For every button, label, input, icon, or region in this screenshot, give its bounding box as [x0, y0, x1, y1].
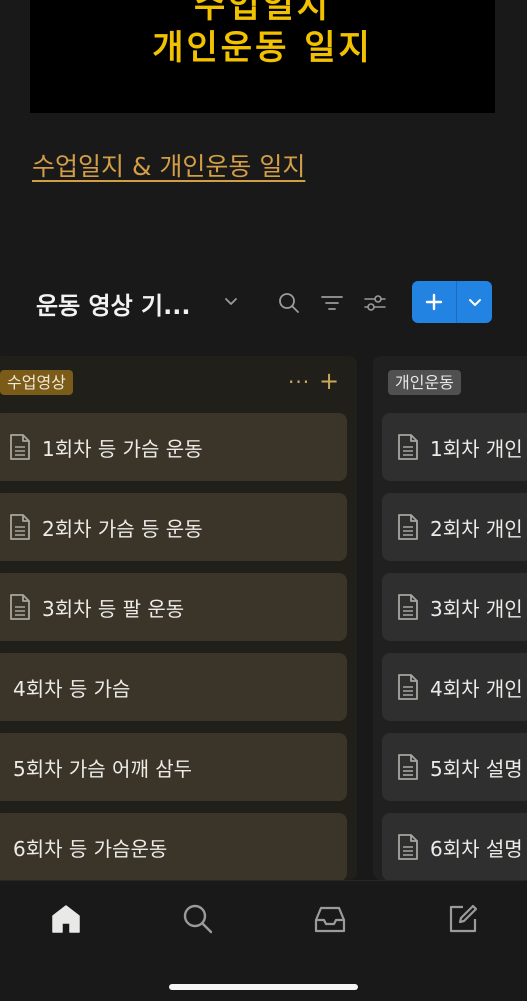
cover-image: 수업일지 개인운동 일지 [30, 0, 495, 113]
inbox-icon[interactable] [313, 903, 347, 935]
column-tag[interactable]: 수업영상 [0, 370, 73, 395]
card-title: 5회차 가슴 어깨 삼두 [13, 756, 192, 781]
cover-text-line2: 개인운동 일지 [152, 28, 373, 68]
filter-icon[interactable] [320, 292, 344, 314]
card-title: 6회차 설명 [430, 836, 523, 861]
board-card[interactable]: 2회차 가슴 등 운동 [0, 493, 347, 561]
card-title: 6회차 등 가슴운동 [13, 836, 168, 861]
document-icon [10, 514, 30, 540]
document-icon [10, 434, 30, 460]
document-icon [398, 754, 418, 780]
new-options-chevron-icon[interactable] [457, 281, 492, 323]
board-card[interactable]: 2회차 개인 [382, 493, 527, 561]
board-column-personal-workout: 개인운동 1회차 개인 2회차 개인 3회차 개인 4회차 개인 5회차 설명 6회차 설… [373, 356, 527, 880]
view-title[interactable]: 운동 영상 기... [36, 286, 190, 321]
card-title: 5회차 설명 [430, 756, 523, 781]
new-item-button[interactable] [412, 281, 492, 323]
card-title: 1회차 개인 [430, 436, 523, 461]
add-card-button[interactable]: + [319, 367, 339, 395]
compose-icon[interactable] [447, 903, 479, 935]
settings-sliders-icon[interactable] [363, 292, 387, 314]
card-title: 3회차 개인 [430, 596, 523, 621]
plus-icon[interactable] [412, 281, 457, 323]
chevron-down-icon[interactable] [222, 292, 240, 310]
bottom-navigation [0, 880, 527, 1001]
linked-page-link[interactable]: 수업일지 & 개인운동 일지 [32, 147, 305, 183]
card-title: 4회차 등 가슴 [13, 676, 131, 701]
document-icon [398, 594, 418, 620]
board-card[interactable]: 6회차 등 가슴운동 [0, 813, 347, 880]
column-tag[interactable]: 개인운동 [388, 370, 461, 395]
card-title: 3회차 등 팔 운동 [42, 596, 185, 621]
board-card[interactable]: 3회차 개인 [382, 573, 527, 641]
home-icon[interactable] [49, 903, 83, 935]
document-icon [398, 434, 418, 460]
board-card[interactable]: 3회차 등 팔 운동 [0, 573, 347, 641]
search-icon[interactable] [277, 291, 301, 315]
document-icon [398, 514, 418, 540]
card-title: 2회차 개인 [430, 516, 523, 541]
document-icon [398, 674, 418, 700]
board-card[interactable]: 5회차 가슴 어깨 삼두 [0, 733, 347, 801]
board-card[interactable]: 6회차 설명 [382, 813, 527, 880]
board-card[interactable]: 1회차 개인 [382, 413, 527, 481]
card-title: 4회차 개인 [430, 676, 523, 701]
card-title: 1회차 등 가슴 운동 [42, 436, 203, 461]
board-column-class-videos: 수업영상 ··· + 1회차 등 가슴 운동 2회차 가슴 등 운동 3회차 등 팔… [0, 356, 357, 880]
search-icon[interactable] [182, 903, 214, 935]
database-view-bar: 운동 영상 기... [0, 280, 527, 326]
board-card[interactable]: 5회차 설명 [382, 733, 527, 801]
board-card[interactable]: 4회차 등 가슴 [0, 653, 347, 721]
document-icon [398, 834, 418, 860]
document-icon [10, 594, 30, 620]
card-title: 2회차 가슴 등 운동 [42, 516, 203, 541]
more-options-icon[interactable]: ··· [288, 370, 310, 394]
board-card[interactable]: 1회차 등 가슴 운동 [0, 413, 347, 481]
board-card[interactable]: 4회차 개인 [382, 653, 527, 721]
home-indicator [169, 984, 358, 990]
